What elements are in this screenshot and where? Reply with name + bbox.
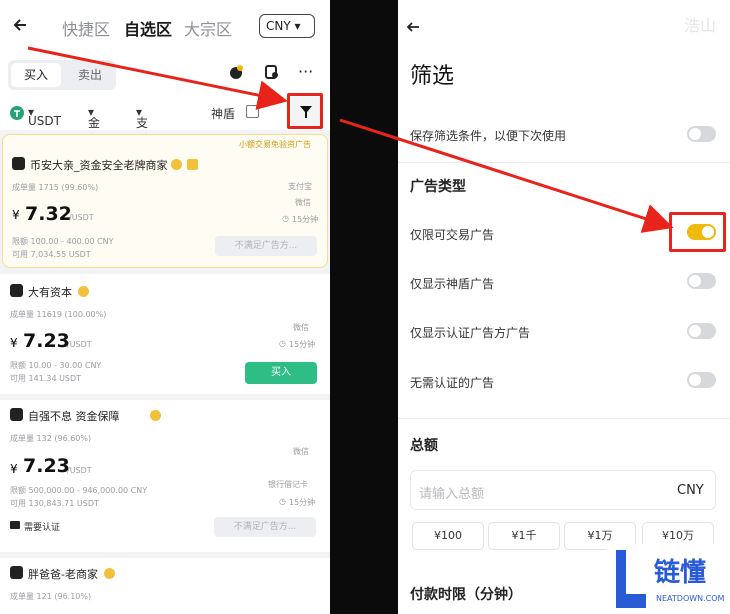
logo-mark-icon bbox=[616, 550, 646, 608]
watermark-logo: 链懂 NEATDOWN.COM bbox=[606, 544, 730, 614]
arrow-right bbox=[339, 118, 674, 233]
annotation-arrows bbox=[27, 46, 674, 233]
watermark-text: 链懂 bbox=[654, 558, 707, 588]
arrow-left bbox=[27, 46, 288, 110]
watermark-url: NEATDOWN.COM bbox=[656, 594, 725, 603]
